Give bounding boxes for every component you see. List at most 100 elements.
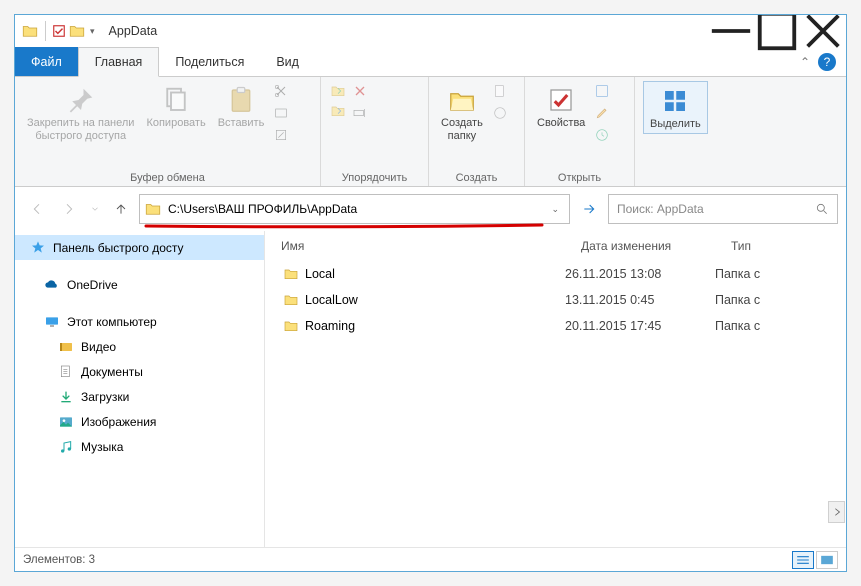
- view-details-button[interactable]: [792, 551, 814, 569]
- file-date: 13.11.2015 0:45: [565, 293, 715, 307]
- file-name: Local: [305, 267, 565, 281]
- minimize-button[interactable]: [708, 15, 754, 47]
- edit-button[interactable]: [591, 103, 613, 123]
- ribbon: Закрепить на панели быстрого доступа Коп…: [15, 77, 846, 187]
- properties-button[interactable]: Свойства: [531, 79, 591, 134]
- file-row[interactable]: Local 26.11.2015 13:08 Папка с: [265, 261, 846, 287]
- window-title: AppData: [109, 24, 158, 38]
- delete-button[interactable]: [349, 81, 371, 101]
- nav-video[interactable]: Видео: [15, 334, 264, 359]
- address-folder-icon: [144, 200, 162, 218]
- address-go-button[interactable]: [574, 194, 604, 224]
- cut-button[interactable]: [270, 81, 292, 101]
- pc-icon: [43, 313, 61, 331]
- downloads-icon: [57, 388, 75, 406]
- nav-music[interactable]: Музыка: [15, 434, 264, 459]
- pin-quick-access-button[interactable]: Закрепить на панели быстрого доступа: [21, 79, 140, 147]
- col-name[interactable]: Имя: [265, 239, 565, 253]
- nav-documents[interactable]: Документы: [15, 359, 264, 384]
- nav-pane: Панель быстрого досту OneDrive Этот комп…: [15, 231, 265, 547]
- nav-pictures[interactable]: Изображения: [15, 409, 264, 434]
- qat-newfolder-icon[interactable]: [68, 22, 86, 40]
- copy-to-button[interactable]: [327, 101, 349, 121]
- scroll-right-button[interactable]: [828, 501, 845, 523]
- pictures-icon: [57, 413, 75, 431]
- onedrive-icon: [43, 276, 61, 294]
- annotation-underline: [144, 223, 544, 229]
- qat-properties-icon[interactable]: [52, 24, 66, 38]
- tab-share[interactable]: Поделиться: [159, 47, 260, 76]
- minimize-ribbon-icon[interactable]: ⌃: [800, 55, 810, 69]
- select-button[interactable]: Выделить: [643, 81, 708, 134]
- tab-home[interactable]: Главная: [78, 47, 160, 77]
- nav-documents-label: Документы: [81, 365, 143, 379]
- rename-button[interactable]: [349, 103, 371, 123]
- paste-button[interactable]: Вставить: [212, 79, 271, 134]
- documents-icon: [57, 363, 75, 381]
- column-headers: Имя Дата изменения Тип: [265, 231, 846, 261]
- file-date: 26.11.2015 13:08: [565, 267, 715, 281]
- folder-icon: [265, 292, 305, 308]
- new-folder-button[interactable]: Создать папку: [435, 79, 489, 147]
- star-icon: [29, 239, 47, 257]
- folder-icon: [265, 318, 305, 334]
- new-item-button[interactable]: [489, 81, 511, 101]
- nav-downloads[interactable]: Загрузки: [15, 384, 264, 409]
- titlebar: ▾ AppData: [15, 15, 846, 47]
- open-group-label: Открыть: [531, 170, 628, 186]
- item-count: Элементов: 3: [23, 554, 95, 566]
- qat-dropdown-icon[interactable]: ▾: [90, 26, 95, 37]
- file-date: 20.11.2015 17:45: [565, 319, 715, 333]
- address-dropdown-icon[interactable]: ⌄: [545, 204, 565, 215]
- nav-back-button[interactable]: [23, 195, 51, 223]
- col-date[interactable]: Дата изменения: [565, 239, 715, 253]
- folder-icon: [265, 266, 305, 282]
- nav-quick-label: Панель быстрого досту: [53, 241, 184, 255]
- nav-pictures-label: Изображения: [81, 415, 156, 429]
- address-path: C:\Users\ВАШ ПРОФИЛЬ\AppData: [168, 202, 539, 216]
- move-to-button[interactable]: [327, 81, 349, 101]
- file-type: Папка с: [715, 267, 846, 281]
- address-bar[interactable]: C:\Users\ВАШ ПРОФИЛЬ\AppData ⌄: [139, 194, 570, 224]
- nav-onedrive[interactable]: OneDrive: [15, 272, 264, 297]
- tab-view[interactable]: Вид: [260, 47, 315, 76]
- video-icon: [57, 338, 75, 356]
- app-folder-icon: [21, 22, 39, 40]
- easy-access-button[interactable]: [489, 103, 511, 123]
- copy-path-button[interactable]: [270, 103, 292, 123]
- pin-label: Закрепить на панели быстрого доступа: [27, 117, 134, 143]
- col-type[interactable]: Тип: [715, 239, 846, 253]
- file-row[interactable]: Roaming 20.11.2015 17:45 Папка с: [265, 313, 846, 339]
- view-large-icons-button[interactable]: [816, 551, 838, 569]
- paste-shortcut-button[interactable]: [270, 125, 292, 145]
- copy-label: Копировать: [146, 117, 205, 130]
- quick-access-toolbar: ▾: [21, 21, 95, 41]
- file-type: Папка с: [715, 319, 846, 333]
- organize-group-label: Упорядочить: [327, 170, 422, 186]
- file-list: Local 26.11.2015 13:08 Папка с LocalLow …: [265, 261, 846, 547]
- nav-forward-button[interactable]: [55, 195, 83, 223]
- file-row[interactable]: LocalLow 13.11.2015 0:45 Папка с: [265, 287, 846, 313]
- maximize-button[interactable]: [754, 15, 800, 47]
- help-button[interactable]: ?: [818, 53, 836, 71]
- nav-downloads-label: Загрузки: [81, 390, 129, 404]
- tab-file[interactable]: Файл: [15, 47, 78, 76]
- search-input[interactable]: Поиск: AppData: [608, 194, 838, 224]
- nav-up-button[interactable]: [107, 195, 135, 223]
- new-group-label: Создать: [435, 170, 518, 186]
- copy-button[interactable]: Копировать: [140, 79, 211, 134]
- close-button[interactable]: [800, 15, 846, 47]
- content-pane: Имя Дата изменения Тип Local 26.11.2015 …: [265, 231, 846, 547]
- nav-thispc-label: Этот компьютер: [67, 315, 157, 329]
- file-name: LocalLow: [305, 293, 565, 307]
- history-button[interactable]: [591, 125, 613, 145]
- file-name: Roaming: [305, 319, 565, 333]
- nav-this-pc[interactable]: Этот компьютер: [15, 309, 264, 334]
- clipboard-group-label: Буфер обмена: [21, 170, 314, 186]
- search-placeholder: Поиск: AppData: [617, 202, 704, 216]
- nav-quick-access[interactable]: Панель быстрого досту: [15, 235, 264, 260]
- nav-video-label: Видео: [81, 340, 116, 354]
- file-type: Папка с: [715, 293, 846, 307]
- open-button[interactable]: [591, 81, 613, 101]
- nav-recent-button[interactable]: [87, 195, 103, 223]
